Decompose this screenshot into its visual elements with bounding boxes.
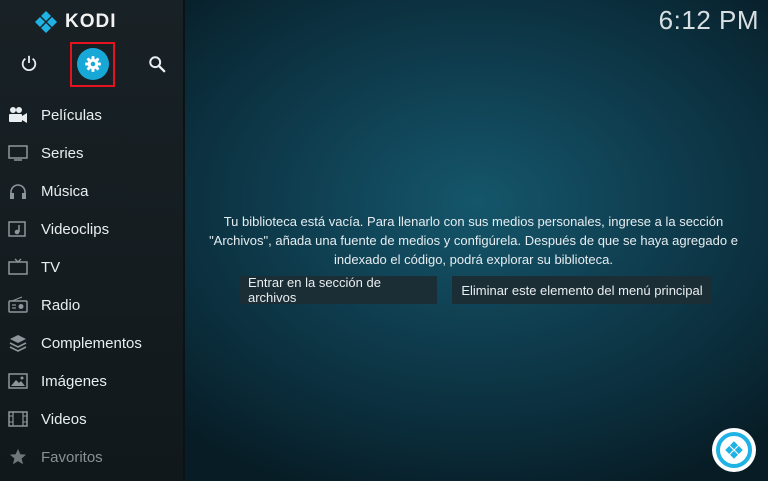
kodi-badge[interactable] bbox=[712, 428, 756, 472]
kodi-badge-icon bbox=[716, 432, 752, 468]
sidebar-item-label: Videos bbox=[41, 410, 87, 428]
sidebar-item-videos[interactable]: Videos bbox=[0, 400, 183, 438]
sidebar-item-label: Música bbox=[41, 182, 89, 200]
sidebar-item-complementos[interactable]: Complementos bbox=[0, 324, 183, 362]
sidebar-item-videoclips[interactable]: Videoclips bbox=[0, 210, 183, 248]
pictures-icon bbox=[8, 371, 28, 391]
sidebar-item-label: Películas bbox=[41, 106, 102, 124]
sidebar-item-musica[interactable]: Música bbox=[0, 172, 183, 210]
sidebar-item-imagenes[interactable]: Imágenes bbox=[0, 362, 183, 400]
sidebar-item-favoritos[interactable]: Favoritos bbox=[0, 438, 183, 476]
sidebar-item-label: TV bbox=[41, 258, 61, 276]
radio-icon bbox=[8, 295, 28, 315]
search-button[interactable] bbox=[146, 53, 168, 75]
main-menu: Películas Series Música Videoclips TV Ra… bbox=[0, 96, 183, 476]
headphones-icon bbox=[8, 181, 28, 201]
kodi-logo: KODI bbox=[34, 8, 117, 36]
power-button[interactable] bbox=[18, 52, 40, 74]
tv-icon bbox=[8, 257, 28, 277]
enter-files-section-button[interactable]: Entrar en la sección de archivos bbox=[240, 275, 437, 305]
star-icon bbox=[8, 447, 28, 467]
sidebar-item-peliculas[interactable]: Películas bbox=[0, 96, 183, 134]
kodi-logo-icon bbox=[35, 11, 57, 33]
sidebar-item-label: Radio bbox=[41, 296, 81, 314]
remove-menu-item-button[interactable]: Eliminar este elemento del menú principa… bbox=[452, 276, 712, 304]
clock: 6:12 PM bbox=[658, 5, 759, 35]
tv-shows-icon bbox=[8, 143, 28, 163]
music-video-icon bbox=[8, 219, 28, 239]
search-icon bbox=[149, 56, 166, 73]
sidebar-divider bbox=[183, 0, 185, 481]
sidebar-item-label: Imágenes bbox=[41, 372, 107, 390]
sidebar-item-label: Videoclips bbox=[41, 220, 110, 238]
settings-button[interactable] bbox=[77, 48, 109, 80]
gear-icon bbox=[85, 56, 101, 72]
logo-text: KODI bbox=[65, 11, 117, 32]
sidebar-item-label: Favoritos bbox=[41, 448, 103, 466]
sidebar-item-series[interactable]: Series bbox=[0, 134, 183, 172]
addons-icon bbox=[8, 333, 28, 353]
sidebar-item-tv[interactable]: TV bbox=[0, 248, 183, 286]
empty-library-message: Tu biblioteca está vacía. Para llenarlo … bbox=[209, 214, 738, 267]
sidebar-item-label: Complementos bbox=[41, 334, 142, 352]
videos-icon bbox=[8, 409, 28, 429]
power-icon bbox=[21, 55, 37, 72]
sidebar-item-radio[interactable]: Radio bbox=[0, 286, 183, 324]
sidebar-item-label: Series bbox=[41, 144, 84, 162]
movies-icon bbox=[8, 105, 28, 125]
